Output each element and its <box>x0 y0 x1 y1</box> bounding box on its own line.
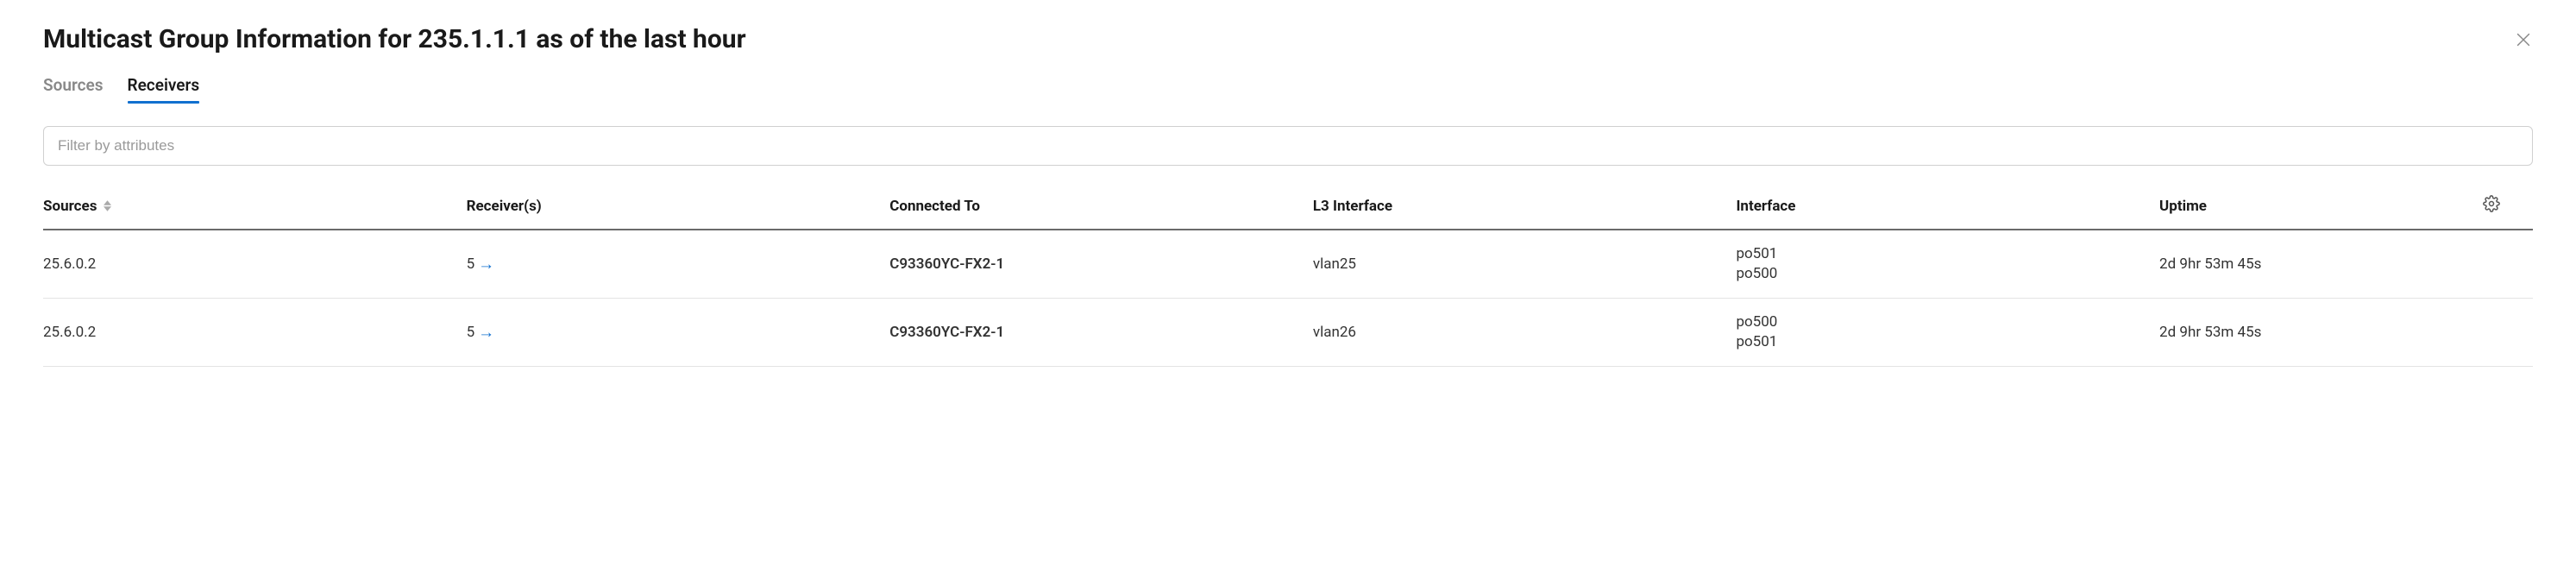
iface-value: po500 <box>1736 312 2151 332</box>
sort-icon <box>104 200 111 211</box>
col-header-sources[interactable]: Sources <box>43 185 467 230</box>
col-label: Uptime <box>2159 198 2207 215</box>
col-header-uptime[interactable]: Uptime <box>2159 185 2483 230</box>
close-button[interactable] <box>2514 30 2533 49</box>
cell-uptime: 2d 9hr 53m 45s <box>2159 298 2483 366</box>
cell-interface: po500 po501 <box>1736 298 2159 366</box>
col-label: Receiver(s) <box>467 198 542 215</box>
tabs: Sources Receivers <box>43 75 2533 102</box>
cell-settings <box>2483 230 2533 298</box>
tab-sources[interactable]: Sources <box>43 75 104 102</box>
cell-receivers[interactable]: 5 → <box>467 230 890 298</box>
cell-l3-interface: vlan26 <box>1313 298 1737 366</box>
col-header-interface[interactable]: Interface <box>1736 185 2159 230</box>
table-row: 25.6.0.2 5 → C93360YC-FX2-1 vlan26 po500… <box>43 298 2533 366</box>
col-header-l3-interface[interactable]: L3 Interface <box>1313 185 1737 230</box>
col-label: Sources <box>43 198 97 215</box>
arrow-right-icon: → <box>478 324 494 340</box>
data-table: Sources Receiver(s) Connected To L3 Inte… <box>43 185 2533 367</box>
arrow-right-icon: → <box>478 255 494 272</box>
table-row: 25.6.0.2 5 → C93360YC-FX2-1 vlan25 po501… <box>43 230 2533 298</box>
col-header-receivers[interactable]: Receiver(s) <box>467 185 890 230</box>
header-row: Multicast Group Information for 235.1.1.… <box>43 24 2533 54</box>
cell-source: 25.6.0.2 <box>43 230 467 298</box>
iface-value: po501 <box>1736 244 2151 264</box>
tab-receivers[interactable]: Receivers <box>128 75 200 102</box>
cell-receivers[interactable]: 5 → <box>467 298 890 366</box>
receiver-count: 5 <box>467 324 475 341</box>
cell-connected-to[interactable]: C93360YC-FX2-1 <box>889 298 1313 366</box>
iface-value: po501 <box>1736 332 2151 352</box>
col-header-settings[interactable] <box>2483 185 2533 230</box>
cell-connected-to[interactable]: C93360YC-FX2-1 <box>889 230 1313 298</box>
page-title: Multicast Group Information for 235.1.1.… <box>43 24 746 54</box>
iface-value: po500 <box>1736 264 2151 284</box>
filter-input[interactable] <box>43 126 2533 166</box>
cell-source: 25.6.0.2 <box>43 298 467 366</box>
cell-uptime: 2d 9hr 53m 45s <box>2159 230 2483 298</box>
col-label: Interface <box>1736 198 1795 215</box>
gear-icon <box>2483 195 2500 212</box>
close-icon <box>2514 30 2533 49</box>
col-label: L3 Interface <box>1313 198 1392 215</box>
cell-settings <box>2483 298 2533 366</box>
receiver-count: 5 <box>467 255 475 273</box>
col-label: Connected To <box>889 198 980 215</box>
col-header-connected-to[interactable]: Connected To <box>889 185 1313 230</box>
cell-interface: po501 po500 <box>1736 230 2159 298</box>
cell-l3-interface: vlan25 <box>1313 230 1737 298</box>
